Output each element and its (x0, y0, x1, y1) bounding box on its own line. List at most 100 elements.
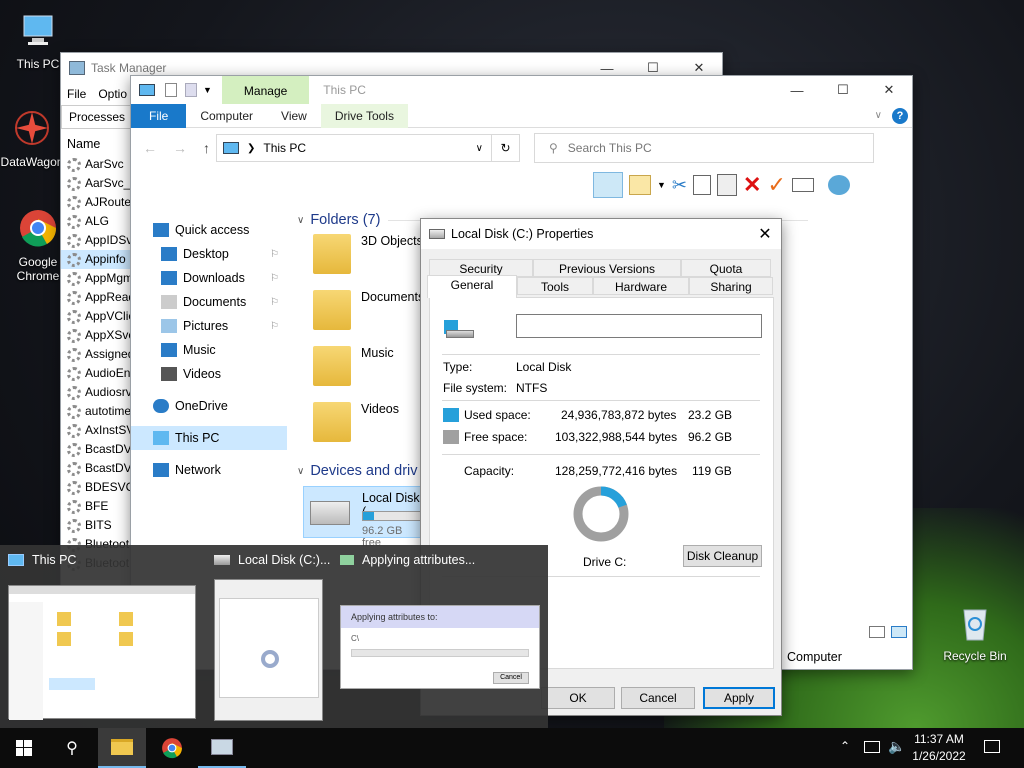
drive-tile-c[interactable]: Local Disk ( 96.2 GB free (303, 486, 423, 549)
service-gear-icon (67, 499, 81, 514)
refresh-button[interactable]: ↻ (492, 134, 520, 162)
applying-cancel-button[interactable]: Cancel (493, 672, 529, 684)
tab-previous-versions[interactable]: Previous Versions (533, 259, 681, 277)
taskbar-explorer[interactable] (98, 728, 146, 768)
up-icon[interactable]: ↑ (203, 140, 210, 156)
pin-icon[interactable]: ⚐ (270, 273, 279, 284)
nav-item[interactable]: Downloads ⚐ (131, 266, 287, 290)
folder-item[interactable]: Music (313, 346, 394, 386)
rename-icon[interactable] (791, 178, 814, 192)
tab-view[interactable]: View (267, 104, 321, 128)
start-button[interactable] (0, 728, 48, 768)
help-icon[interactable]: ? (892, 107, 908, 124)
volume-muted-icon[interactable]: 🔈 (888, 738, 905, 755)
maximize-button[interactable]: ☐ (820, 76, 866, 105)
tab-file[interactable]: File (131, 103, 187, 128)
menu-file[interactable]: File (67, 87, 86, 101)
nav-item[interactable]: OneDrive (131, 394, 287, 418)
nav-item[interactable]: Quick access (131, 218, 287, 242)
ribbon-expand-icon[interactable]: ∨ (875, 110, 882, 121)
new-folder-quick-icon[interactable] (185, 83, 197, 97)
thumbnail-this-pc[interactable] (8, 585, 196, 720)
nav-item[interactable]: Pictures ⚐ (131, 314, 287, 338)
folder-item[interactable]: 3D Objects (313, 234, 423, 274)
address-dropdown-icon[interactable]: ∨ (476, 143, 483, 154)
taskbar-chrome[interactable] (148, 728, 196, 768)
search-button[interactable]: ⚲ (48, 728, 96, 768)
forward-icon[interactable]: → (173, 140, 187, 156)
shell-icon[interactable] (827, 175, 850, 195)
disk-cleanup-button[interactable]: Disk Cleanup (683, 545, 762, 567)
desktop-icon (161, 247, 177, 261)
checkmark-icon[interactable]: ✓ (767, 172, 785, 198)
chevron-down-icon[interactable]: ▼ (203, 85, 212, 95)
ok-button[interactable]: OK (541, 687, 615, 709)
back-icon[interactable]: ← (143, 140, 157, 156)
nav-item[interactable]: Music (131, 338, 287, 362)
nav-item[interactable]: Desktop ⚐ (131, 242, 287, 266)
large-icons-view-icon[interactable] (891, 626, 907, 638)
tab-sharing[interactable]: Sharing (689, 277, 773, 295)
properties-titlebar[interactable]: Local Disk (C:) Properties ✕ (421, 219, 781, 249)
disk-usage-donut (573, 486, 629, 542)
desktop-icon-datawagon[interactable]: DataWagon (0, 108, 64, 169)
thumbnail-title-this-pc[interactable]: This PC (8, 553, 76, 567)
ribbon-tabs: File Computer View Drive Tools ∨ ? (131, 103, 912, 128)
address-bar[interactable]: ❯ This PC ∨ (216, 134, 492, 162)
search-icon: ⚲ (66, 740, 78, 757)
chevron-down-icon[interactable]: ▼ (657, 180, 666, 190)
close-button[interactable]: ✕ (749, 224, 781, 244)
nav-item[interactable]: Documents ⚐ (131, 290, 287, 314)
process-name: AJRouter (85, 195, 136, 209)
tab-tools[interactable]: Tools (517, 277, 593, 295)
process-name: Appinfo (85, 252, 126, 266)
drive-usage-fill (363, 512, 375, 520)
search-box[interactable]: ⚲ Search This PC (534, 133, 874, 163)
thumbnail-title-applying[interactable]: Applying attributes... (340, 553, 475, 567)
preview-pane-icon[interactable] (593, 172, 623, 198)
details-view-icon[interactable] (869, 626, 885, 638)
manage-context-tab[interactable]: Manage (221, 76, 310, 104)
tab-drive-tools[interactable]: Drive Tools (320, 103, 408, 128)
apply-button[interactable]: Apply (703, 687, 775, 709)
pin-icon[interactable]: ⚐ (270, 249, 279, 260)
new-item-icon[interactable] (629, 175, 651, 195)
desktop-icon-recycle-bin[interactable]: Recycle Bin (942, 602, 1008, 663)
menu-options[interactable]: Optio (98, 87, 127, 101)
nav-item[interactable]: This PC (131, 426, 287, 450)
used-space-label: Used space: (464, 408, 531, 422)
tab-general[interactable]: General (427, 275, 517, 298)
cancel-button[interactable]: Cancel (621, 687, 695, 709)
folder-item[interactable]: Documents (313, 290, 424, 330)
pin-icon[interactable]: ⚐ (270, 321, 279, 332)
thumbnail-title-local-disk[interactable]: Local Disk (C:)... (214, 553, 330, 567)
delete-icon[interactable]: ✕ (743, 172, 761, 198)
thumbnail-local-disk[interactable] (214, 579, 323, 721)
taskbar-task-manager[interactable] (198, 728, 246, 768)
notifications-icon[interactable] (984, 740, 1000, 753)
thumbnail-applying[interactable]: Applying attributes to: C\ Cancel (340, 605, 540, 689)
tab-processes[interactable]: Processes (61, 105, 134, 128)
nav-item[interactable]: Network (131, 458, 287, 482)
clock-time: 11:37 AM (914, 732, 964, 746)
tab-hardware[interactable]: Hardware (593, 277, 689, 295)
task-manager-title: Task Manager (91, 61, 167, 75)
drive-name-input[interactable] (516, 314, 762, 338)
show-hidden-icons-icon[interactable]: ⌃ (840, 739, 850, 753)
folder-item[interactable]: Videos (313, 402, 399, 442)
tab-quota[interactable]: Quota (681, 259, 771, 277)
network-icon[interactable] (864, 741, 880, 753)
devices-header[interactable]: ∨ Devices and driv (297, 463, 418, 479)
properties-quick-icon[interactable] (165, 83, 177, 97)
minimize-button[interactable]: — (774, 76, 820, 105)
cut-icon[interactable]: ✂ (672, 175, 687, 196)
recycle-bin-icon (963, 609, 987, 641)
tab-computer[interactable]: Computer (186, 104, 267, 128)
pin-icon[interactable]: ⚐ (270, 297, 279, 308)
explorer-titlebar[interactable]: ▼ Manage This PC — ☐ ✕ (131, 76, 912, 104)
nav-item[interactable]: Videos (131, 362, 287, 386)
clock[interactable]: 11:37 AM 1/26/2022 (906, 731, 972, 765)
copy-icon[interactable] (693, 175, 712, 195)
paste-icon[interactable] (717, 174, 738, 196)
close-button[interactable]: ✕ (866, 76, 912, 105)
